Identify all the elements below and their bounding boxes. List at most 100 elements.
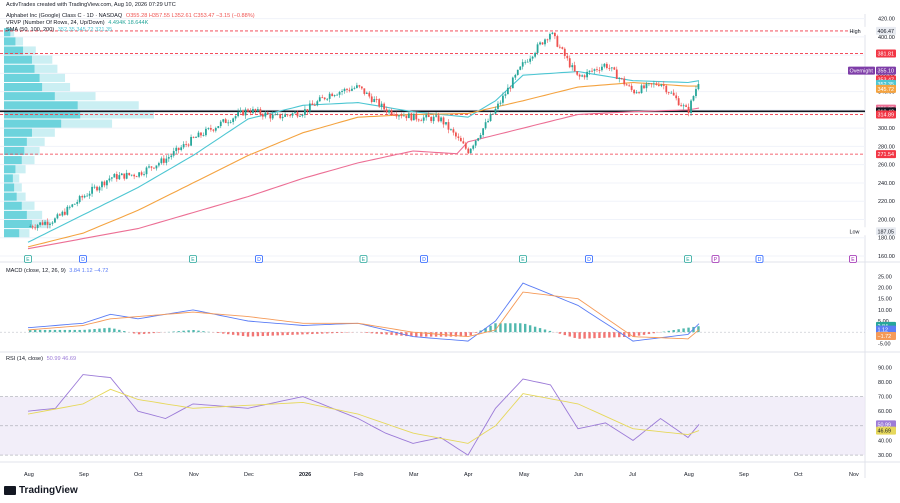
- symbol-row: Alphabet Inc (Google) Class C · 1D · NAS…: [6, 13, 255, 20]
- candle-body: [281, 116, 284, 119]
- macd-histogram-bar: [335, 332, 339, 334]
- candle-body: [373, 99, 376, 103]
- candle-body: [269, 114, 272, 119]
- macd-histogram-bar: [563, 332, 566, 336]
- candle-body: [49, 223, 51, 225]
- candle-body: [128, 172, 131, 176]
- candle-body: [219, 121, 222, 127]
- candle-body: [34, 227, 37, 229]
- candle-body: [214, 128, 217, 131]
- sma-legend[interactable]: SMA (50, 100, 200) 352.35 345.72 321.35: [6, 27, 112, 34]
- candle-body: [489, 114, 492, 121]
- chart-canvas[interactable]: 160.00 180.00 200.00 220.00 240.00 260.00 280.…: [0, 0, 900, 503]
- macd-histogram-bar: [29, 329, 32, 333]
- candle-body: [415, 113, 418, 120]
- candle-body: [524, 61, 527, 63]
- vrvp-legend[interactable]: VRVP (Number Of Rows, 24, Up/Down) 4.494…: [6, 20, 148, 27]
- macd-histogram-bar: [682, 328, 685, 333]
- x-tick-label: Aug: [24, 472, 34, 478]
- macd-legend[interactable]: MACD (close, 12, 26, 9) 3.84 1.12 −4.72: [6, 268, 108, 275]
- candle-body: [51, 222, 54, 224]
- candle-body: [264, 112, 267, 117]
- candle-body: [165, 158, 168, 163]
- macd-histogram-bar: [326, 332, 329, 334]
- candle-body: [407, 113, 410, 119]
- vp-up-bar: [4, 73, 40, 82]
- vp-up-bar: [4, 37, 16, 46]
- event-marker-text: D: [587, 257, 591, 263]
- candle-body: [180, 147, 183, 150]
- macd-histogram-bar: [608, 332, 611, 338]
- candle-body: [494, 108, 497, 114]
- macd-histogram-bar: [380, 332, 383, 335]
- vp-down-bar: [19, 229, 30, 238]
- candle-body: [323, 97, 326, 100]
- candle-body: [410, 113, 413, 121]
- candle-body: [482, 128, 485, 136]
- candle-body: [145, 167, 148, 175]
- macd-histogram-bar: [321, 332, 324, 334]
- candle-body: [521, 62, 524, 67]
- macd-histogram-bar: [231, 332, 235, 335]
- vp-down-bar: [34, 64, 58, 73]
- candle-body: [403, 115, 405, 117]
- x-tick-label: Oct: [794, 472, 803, 478]
- candle-body: [78, 196, 81, 203]
- macd-histogram-bar: [538, 328, 542, 333]
- candle-body: [479, 135, 482, 139]
- macd-histogram-bar: [558, 332, 562, 334]
- candle-body: [29, 226, 32, 228]
- candle-body: [162, 158, 165, 163]
- macd-histogram-bar: [429, 332, 433, 337]
- candle-body: [472, 145, 475, 149]
- vp-down-bar: [26, 210, 43, 219]
- event-marker-text: D: [422, 257, 426, 263]
- macd-histogram-bar: [593, 332, 596, 339]
- candle-body: [593, 69, 596, 71]
- macd-histogram-bar: [197, 330, 200, 333]
- candle-body: [657, 84, 660, 86]
- candle-body: [301, 114, 304, 116]
- candle-body: [135, 176, 138, 178]
- candle-body: [685, 105, 687, 107]
- candle-body: [36, 224, 39, 228]
- candle-body: [249, 111, 252, 114]
- candle-body: [687, 106, 690, 114]
- macd-histogram-bar: [276, 332, 279, 336]
- macd-histogram-bar: [548, 330, 552, 333]
- price-label-text: Overnight: [850, 69, 874, 75]
- price-label-text: 406.47: [878, 29, 895, 35]
- candle-body: [360, 86, 363, 89]
- candle-body: [274, 114, 277, 116]
- candle-body: [125, 172, 128, 179]
- candle-body: [378, 99, 381, 107]
- candle-body: [435, 115, 437, 117]
- rsi-values: 50.99 46.69: [46, 356, 77, 362]
- vp-down-bar: [23, 46, 36, 55]
- macd-histogram-bar: [469, 332, 472, 336]
- candle-body: [484, 122, 487, 129]
- candle-body: [469, 148, 472, 154]
- vp-down-bar: [61, 119, 113, 128]
- macd-histogram-bar: [83, 329, 86, 333]
- macd-histogram-bar: [543, 329, 547, 333]
- candle-body: [296, 112, 299, 117]
- watermark-text: TradingView: [19, 485, 78, 496]
- price-label-text: Low: [850, 229, 860, 235]
- candle-body: [113, 174, 116, 178]
- macd-tick-label: 25.00: [878, 274, 892, 280]
- candle-body: [529, 58, 532, 62]
- candle-body: [138, 172, 140, 177]
- candle-body: [110, 177, 113, 179]
- candle-body: [286, 114, 289, 116]
- candle-body: [578, 74, 581, 77]
- x-tick-label: Nov: [849, 472, 859, 478]
- price-tick-label: 260.00: [878, 163, 895, 169]
- vrvp-label: VRVP (Number Of Rows, 24, Up/Down): [6, 20, 105, 26]
- macd-histogram-bar: [222, 332, 225, 334]
- macd-histogram-bar: [98, 328, 101, 333]
- macd-histogram-bar: [266, 332, 269, 336]
- macd-histogram-bar: [192, 330, 195, 333]
- rsi-legend[interactable]: RSI (14, close) 50.99 46.69: [6, 356, 76, 363]
- candle-body: [207, 128, 210, 129]
